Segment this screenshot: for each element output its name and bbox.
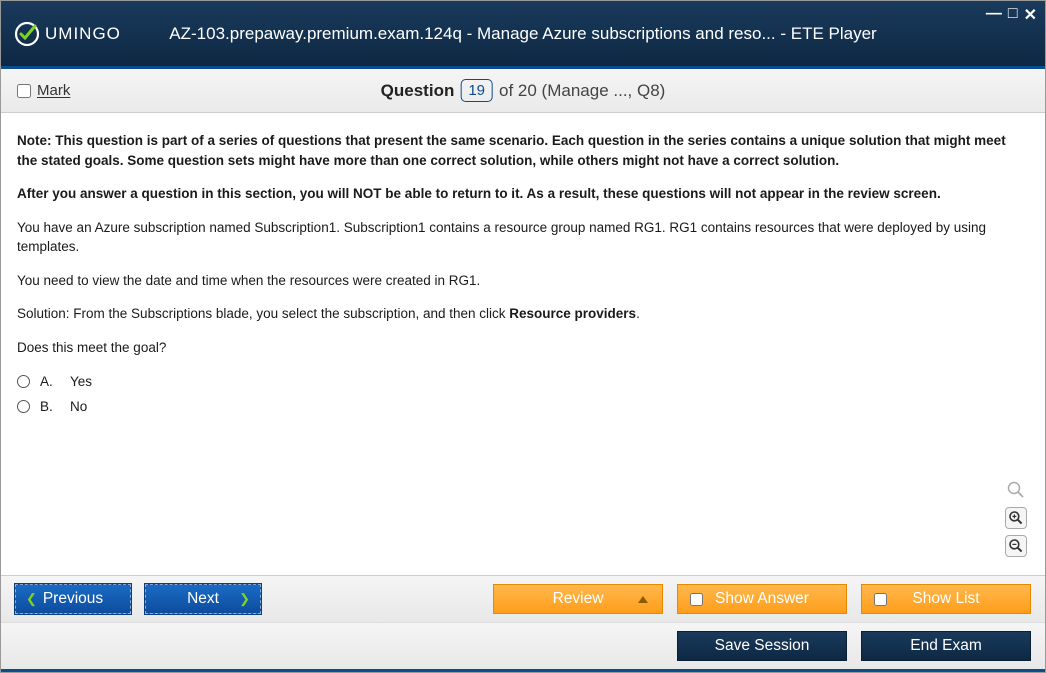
options-list: A. Yes B. No (17, 372, 1029, 417)
show-answer-button[interactable]: Show Answer (677, 584, 847, 614)
previous-button[interactable]: ❮ Previous (15, 584, 131, 614)
zoom-in-icon[interactable] (1005, 507, 1027, 529)
scenario-p1: You have an Azure subscription named Sub… (17, 218, 1029, 257)
window-title: AZ-103.prepaway.premium.exam.124q - Mana… (169, 24, 876, 44)
question-indicator: Question 19 of 20 (Manage ..., Q8) (381, 79, 666, 102)
mark-label[interactable]: Mark (37, 82, 70, 99)
review-button[interactable]: Review (493, 584, 663, 614)
zoom-reset-icon[interactable] (1005, 479, 1027, 501)
close-icon[interactable]: ✕ (1024, 5, 1037, 25)
option-b[interactable]: B. No (17, 397, 1029, 417)
maximize-icon[interactable]: □ (1008, 5, 1018, 25)
mark-checkbox[interactable] (17, 84, 31, 98)
window-controls: — □ ✕ (986, 5, 1037, 25)
goal-question: Does this meet the goal? (17, 338, 1029, 358)
show-list-button[interactable]: Show List (861, 584, 1031, 614)
option-a[interactable]: A. Yes (17, 372, 1029, 392)
radio-icon[interactable] (17, 375, 30, 388)
chevron-left-icon: ❮ (26, 591, 37, 607)
after-note-text: After you answer a question in this sect… (17, 186, 941, 201)
zoom-out-icon[interactable] (1005, 535, 1027, 557)
question-number: 19 (460, 79, 493, 102)
zoom-tools (1005, 479, 1027, 557)
chevron-right-icon: ❯ (239, 591, 250, 607)
question-header: Mark Question 19 of 20 (Manage ..., Q8) (1, 69, 1045, 113)
option-text: No (70, 397, 87, 417)
triangle-up-icon (638, 596, 648, 603)
option-letter: A. (40, 372, 60, 392)
mark-checkbox-wrap[interactable]: Mark (17, 82, 70, 99)
logo-check-icon (13, 20, 41, 48)
show-list-checkbox[interactable] (874, 593, 887, 606)
footer: ❮ Previous Next ❯ Review Show Answer Sho… (1, 575, 1045, 672)
show-answer-checkbox[interactable] (690, 593, 703, 606)
question-content: Note: This question is part of a series … (1, 113, 1045, 569)
solution-line: Solution: From the Subscriptions blade, … (17, 304, 1029, 324)
save-session-button[interactable]: Save Session (677, 631, 847, 661)
title-bar: UMINGO AZ-103.prepaway.premium.exam.124q… (1, 1, 1045, 69)
minimize-icon[interactable]: — (986, 5, 1002, 25)
session-button-row: Save Session End Exam (1, 622, 1045, 672)
nav-button-row: ❮ Previous Next ❯ Review Show Answer Sho… (1, 575, 1045, 622)
question-total: of 20 (Manage ..., Q8) (499, 81, 665, 101)
end-exam-button[interactable]: End Exam (861, 631, 1031, 661)
note-text: Note: This question is part of a series … (17, 133, 1006, 168)
option-letter: B. (40, 397, 60, 417)
next-button[interactable]: Next ❯ (145, 584, 261, 614)
app-logo: UMINGO (13, 20, 121, 48)
question-word: Question (381, 81, 455, 101)
logo-text: UMINGO (45, 24, 121, 44)
radio-icon[interactable] (17, 400, 30, 413)
option-text: Yes (70, 372, 92, 392)
scenario-p2: You need to view the date and time when … (17, 271, 1029, 291)
